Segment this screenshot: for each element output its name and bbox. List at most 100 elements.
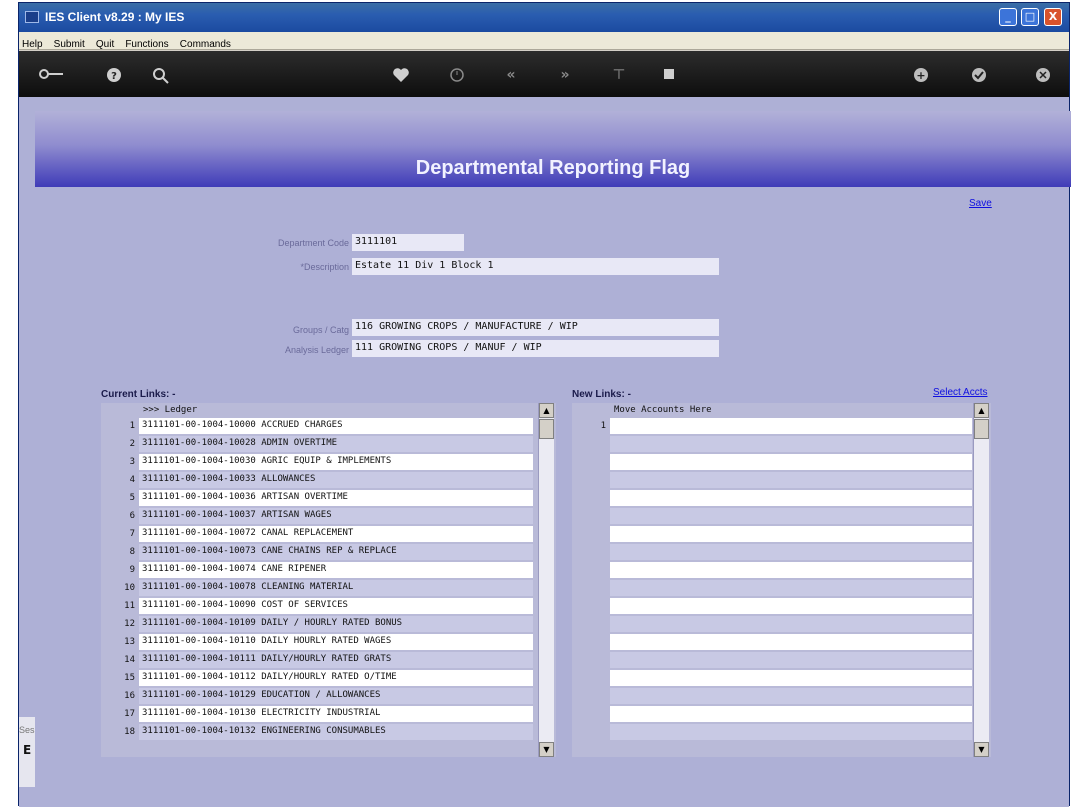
table-row[interactable]: [572, 561, 991, 579]
new-links-scrollbar[interactable]: ▲ ▼: [973, 403, 989, 757]
menu-quit[interactable]: Quit: [93, 36, 117, 50]
table-row[interactable]: [572, 579, 991, 597]
ledger-account-cell[interactable]: 3111101-00-1004-10030 AGRIC EQUIP & IMPL…: [139, 454, 533, 470]
table-row[interactable]: 17 3111101-00-1004-10130 ELECTRICITY INDU…: [101, 705, 556, 723]
table-row[interactable]: [572, 633, 991, 651]
minimize-button[interactable]: _: [999, 8, 1017, 26]
ledger-account-cell[interactable]: 3111101-00-1004-10074 CANE RIPENER: [139, 562, 533, 578]
table-row[interactable]: 16 3111101-00-1004-10129 EDUCATION / ALLO…: [101, 687, 556, 705]
table-row[interactable]: 18 3111101-00-1004-10132 ENGINEERING CONS…: [101, 723, 556, 741]
table-row[interactable]: 5 3111101-00-1004-10036 ARTISAN OVERTIME: [101, 489, 556, 507]
scroll-thumb[interactable]: [539, 419, 554, 439]
table-row[interactable]: 1 3111101-00-1004-10000 ACCRUED CHARGES: [101, 417, 556, 435]
clock-icon[interactable]: [447, 67, 467, 83]
scroll-up-arrow[interactable]: ▲: [974, 403, 989, 418]
stop-icon[interactable]: [659, 67, 679, 83]
menu-help[interactable]: Help: [19, 36, 46, 50]
table-row[interactable]: [572, 651, 991, 669]
table-row[interactable]: 8 3111101-00-1004-10073 CANE CHAINS REP &…: [101, 543, 556, 561]
ledger-account-cell[interactable]: 3111101-00-1004-10036 ARTISAN OVERTIME: [139, 490, 533, 506]
table-row[interactable]: 7 3111101-00-1004-10072 CANAL REPLACEMENT: [101, 525, 556, 543]
ledger-account-cell[interactable]: 3111101-00-1004-10130 ELECTRICITY INDUST…: [139, 706, 533, 722]
select-accounts-link[interactable]: Select Accts: [933, 387, 987, 398]
search-icon[interactable]: [151, 67, 171, 84]
new-account-cell[interactable]: [610, 562, 972, 578]
table-row[interactable]: 13 3111101-00-1004-10110 DAILY HOURLY RAT…: [101, 633, 556, 651]
table-row[interactable]: 14 3111101-00-1004-10111 DAILY/HOURLY RAT…: [101, 651, 556, 669]
table-row[interactable]: [572, 489, 991, 507]
new-account-cell[interactable]: [610, 508, 972, 524]
scroll-down-arrow[interactable]: ▼: [974, 742, 989, 757]
ledger-account-cell[interactable]: 3111101-00-1004-10111 DAILY/HOURLY RATED…: [139, 652, 533, 668]
plus-icon[interactable]: +: [911, 67, 931, 83]
new-account-cell[interactable]: [610, 436, 972, 452]
ledger-account-cell[interactable]: 3111101-00-1004-10037 ARTISAN WAGES: [139, 508, 533, 524]
new-account-cell[interactable]: [610, 472, 972, 488]
forward-icon[interactable]: »: [553, 67, 577, 83]
menu-functions[interactable]: Functions: [122, 36, 171, 50]
scroll-down-arrow[interactable]: ▼: [539, 742, 554, 757]
scroll-up-arrow[interactable]: ▲: [539, 403, 554, 418]
new-account-cell[interactable]: [610, 616, 972, 632]
ledger-account-cell[interactable]: 3111101-00-1004-10090 COST OF SERVICES: [139, 598, 533, 614]
ledger-account-cell[interactable]: 3111101-00-1004-10033 ALLOWANCES: [139, 472, 533, 488]
table-row[interactable]: [572, 615, 991, 633]
table-row[interactable]: 9 3111101-00-1004-10074 CANE RIPENER: [101, 561, 556, 579]
table-row[interactable]: [572, 453, 991, 471]
ledger-account-cell[interactable]: 3111101-00-1004-10132 ENGINEERING CONSUM…: [139, 724, 533, 740]
close-icon[interactable]: [1033, 67, 1053, 83]
table-row[interactable]: [572, 687, 991, 705]
ledger-account-cell[interactable]: 3111101-00-1004-10078 CLEANING MATERIAL: [139, 580, 533, 596]
table-row[interactable]: 6 3111101-00-1004-10037 ARTISAN WAGES: [101, 507, 556, 525]
new-account-cell[interactable]: [610, 526, 972, 542]
table-row[interactable]: 4 3111101-00-1004-10033 ALLOWANCES: [101, 471, 556, 489]
table-row[interactable]: 10 3111101-00-1004-10078 CLEANING MATERIA…: [101, 579, 556, 597]
table-row[interactable]: [572, 471, 991, 489]
save-link[interactable]: Save: [969, 198, 992, 209]
scroll-thumb[interactable]: [974, 419, 989, 439]
ledger-account-cell[interactable]: 3111101-00-1004-10129 EDUCATION / ALLOWA…: [139, 688, 533, 704]
ledger-account-cell[interactable]: 3111101-00-1004-10000 ACCRUED CHARGES: [139, 418, 533, 434]
key-icon[interactable]: [37, 67, 65, 83]
new-account-cell[interactable]: [610, 670, 972, 686]
close-window-button[interactable]: X: [1044, 8, 1062, 26]
analysis-ledger-field[interactable]: 111 GROWING CROPS / MANUF / WIP: [352, 340, 719, 357]
ledger-account-cell[interactable]: 3111101-00-1004-10072 CANAL REPLACEMENT: [139, 526, 533, 542]
menu-submit[interactable]: Submit: [51, 36, 88, 50]
table-row[interactable]: [572, 705, 991, 723]
table-row[interactable]: 11 3111101-00-1004-10090 COST OF SERVICES: [101, 597, 556, 615]
heart-icon[interactable]: [391, 67, 411, 83]
new-account-cell[interactable]: [610, 580, 972, 596]
help-icon[interactable]: ?: [104, 67, 124, 83]
ledger-account-cell[interactable]: 3111101-00-1004-10073 CANE CHAINS REP & …: [139, 544, 533, 560]
new-account-cell[interactable]: [610, 544, 972, 560]
ledger-account-cell[interactable]: 3111101-00-1004-10112 DAILY/HOURLY RATED…: [139, 670, 533, 686]
new-account-cell[interactable]: [610, 724, 972, 740]
ledger-account-cell[interactable]: 3111101-00-1004-10109 DAILY / HOURLY RAT…: [139, 616, 533, 632]
table-row[interactable]: [572, 507, 991, 525]
maximize-button[interactable]: □: [1021, 8, 1039, 26]
table-row[interactable]: 2 3111101-00-1004-10028 ADMIN OVERTIME: [101, 435, 556, 453]
department-code-field[interactable]: 3111101: [352, 234, 464, 251]
menu-commands[interactable]: Commands: [177, 36, 234, 50]
check-icon[interactable]: [969, 67, 989, 83]
ledger-account-cell[interactable]: 3111101-00-1004-10028 ADMIN OVERTIME: [139, 436, 533, 452]
table-row[interactable]: 1: [572, 417, 991, 435]
table-row[interactable]: [572, 597, 991, 615]
ledger-account-cell[interactable]: 3111101-00-1004-10110 DAILY HOURLY RATED…: [139, 634, 533, 650]
title-bar[interactable]: IES Client v8.29 : My IES _ □ X: [19, 3, 1069, 32]
table-row[interactable]: [572, 723, 991, 741]
table-row[interactable]: [572, 543, 991, 561]
current-links-scrollbar[interactable]: ▲ ▼: [538, 403, 554, 757]
new-account-cell[interactable]: [610, 706, 972, 722]
table-row[interactable]: 3 3111101-00-1004-10030 AGRIC EQUIP & IMP…: [101, 453, 556, 471]
new-account-cell[interactable]: [610, 418, 972, 434]
table-row[interactable]: 12 3111101-00-1004-10109 DAILY / HOURLY R…: [101, 615, 556, 633]
table-row[interactable]: [572, 525, 991, 543]
tree-icon[interactable]: ⊤: [607, 67, 631, 83]
groups-catg-field[interactable]: 116 GROWING CROPS / MANUFACTURE / WIP: [352, 319, 719, 336]
table-row[interactable]: [572, 669, 991, 687]
new-account-cell[interactable]: [610, 490, 972, 506]
new-account-cell[interactable]: [610, 652, 972, 668]
new-account-cell[interactable]: [610, 454, 972, 470]
